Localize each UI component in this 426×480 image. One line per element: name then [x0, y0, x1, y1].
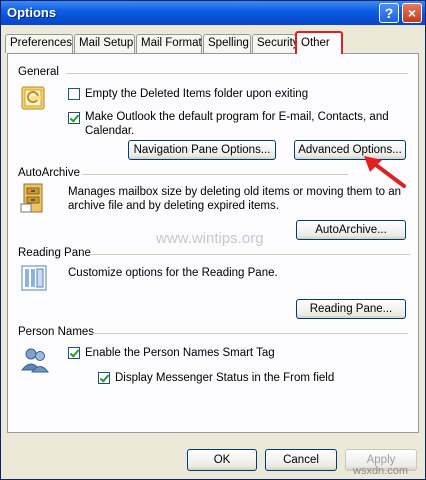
separator	[88, 254, 410, 255]
messenger-status-label: Display Messenger Status in the From fie…	[115, 372, 335, 384]
tab-panel-other: General Empty the Deleted Items folder u…	[7, 53, 419, 433]
person-names-section-title: Person Names	[18, 326, 95, 338]
autoarchive-section-title: AutoArchive	[18, 167, 81, 179]
reading-pane-section-title: Reading Pane	[18, 247, 91, 259]
navigation-pane-options-button[interactable]: Navigation Pane Options...	[128, 140, 276, 160]
help-button[interactable]: ?	[379, 3, 399, 23]
person-names-smart-tag-checkbox[interactable]	[68, 347, 80, 359]
separator	[66, 73, 408, 74]
autoarchive-button[interactable]: AutoArchive...	[296, 220, 406, 240]
separator	[82, 174, 348, 175]
tab-other[interactable]: Other	[295, 31, 343, 54]
tab-security[interactable]: Security	[252, 34, 299, 53]
window-title: Options	[7, 5, 57, 20]
general-section-title: General	[18, 66, 59, 78]
tab-spelling[interactable]: Spelling	[203, 34, 251, 53]
corner-watermark: wsxdn.com	[353, 465, 409, 477]
reading-pane-description: Customize options for the Reading Pane.	[68, 267, 278, 279]
general-options-icon	[20, 84, 48, 115]
watermark-text: www.wintips.org	[156, 230, 264, 247]
title-bar[interactable]: Options ? ×	[1, 1, 425, 25]
tab-mail-setup[interactable]: Mail Setup	[74, 34, 135, 53]
cancel-button[interactable]: Cancel	[265, 449, 337, 471]
autoarchive-description-line1: Manages mailbox size by deleting old ite…	[68, 186, 402, 198]
tab-preferences[interactable]: Preferences	[5, 34, 73, 53]
default-program-checkbox[interactable]	[68, 112, 80, 124]
default-program-label-line1: Make Outlook the default program for E-m…	[85, 111, 389, 123]
autoarchive-description-line2: archive file and by deleting expired ite…	[68, 200, 279, 212]
empty-deleted-items-label: Empty the Deleted Items folder upon exit…	[85, 88, 309, 100]
autoarchive-icon	[20, 182, 48, 217]
messenger-status-checkbox[interactable]	[98, 372, 110, 384]
ok-button[interactable]: OK	[187, 449, 257, 471]
options-dialog: Options ? × Preferences Mail Setup Mail …	[0, 0, 426, 480]
person-names-smart-tag-label: Enable the Person Names Smart Tag	[85, 347, 275, 359]
reading-pane-icon	[20, 264, 48, 295]
separator	[90, 333, 408, 334]
person-names-icon	[20, 346, 50, 377]
tab-mail-format[interactable]: Mail Format	[136, 34, 202, 53]
default-program-label-line2: Calendar.	[85, 125, 135, 137]
close-button[interactable]: ×	[402, 3, 422, 23]
empty-deleted-items-checkbox[interactable]	[68, 88, 80, 100]
reading-pane-button[interactable]: Reading Pane...	[296, 299, 406, 319]
